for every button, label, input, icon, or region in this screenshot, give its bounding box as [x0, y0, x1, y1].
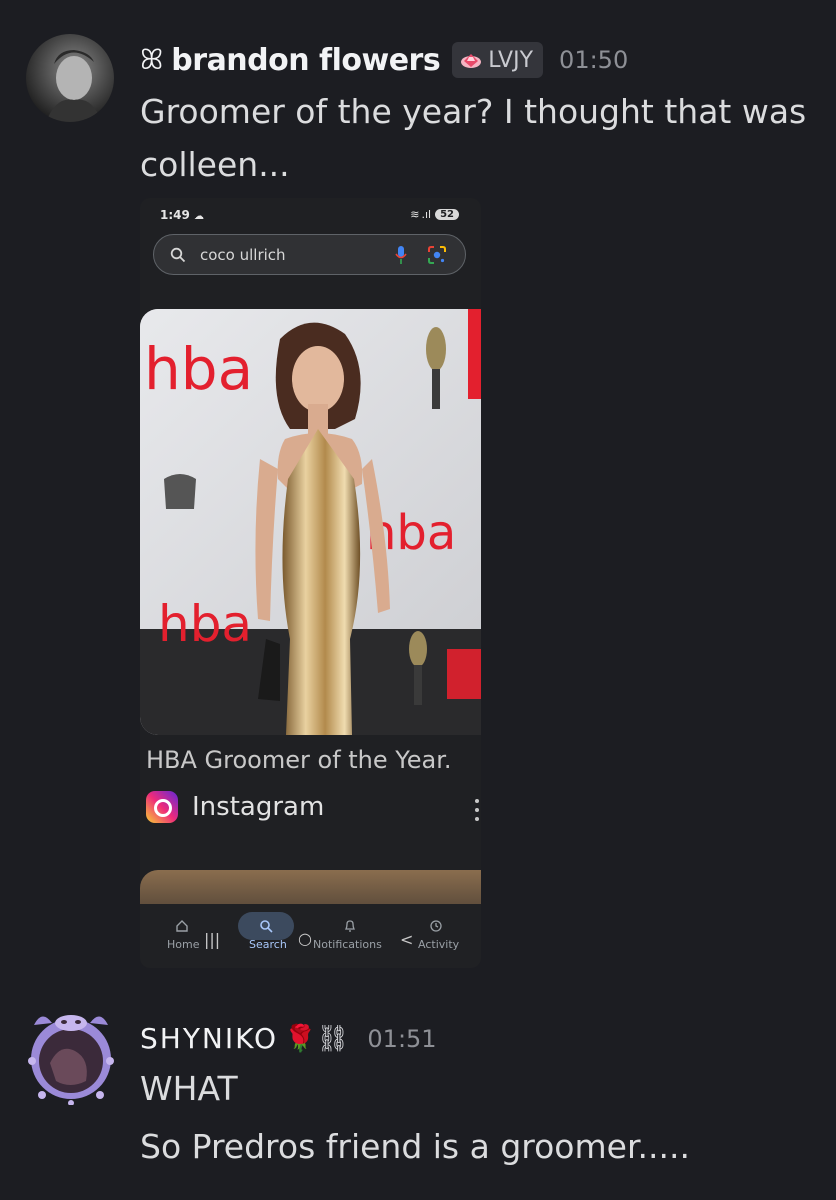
more-options-icon[interactable] [475, 798, 479, 822]
google-lens-icon[interactable] [427, 245, 447, 265]
status-time: 1:49 ☁ [160, 208, 205, 222]
user-avatar[interactable] [26, 34, 114, 122]
wifi-icon: ≋ [410, 208, 420, 221]
bottom-nav: Home ||| Search ○ Notifications < Activi… [140, 904, 481, 968]
message-header: ꕤ brandon flowers LVJY 01:50 [140, 42, 628, 78]
server-tag[interactable]: LVJY [452, 42, 544, 78]
nav-activity-label: Activity [418, 938, 460, 951]
search-bar[interactable]: coco ullrich [153, 234, 466, 275]
server-tag-label: LVJY [488, 47, 534, 73]
message-text-line: Groomer of the year? I thought that was [140, 92, 807, 131]
home-icon [154, 912, 210, 940]
status-icons: ≋ .ıl 52 [410, 208, 459, 221]
message-text-line: So Predros friend is a groomer..... [140, 1127, 690, 1166]
recents-button[interactable]: ||| [204, 930, 220, 949]
username-suffix: 🌹⛓ [284, 1023, 350, 1054]
timestamp[interactable]: 01:50 [559, 46, 628, 74]
result-caption[interactable]: HBA Groomer of the Year. [146, 746, 452, 774]
crystal-icon [461, 54, 482, 68]
message-text-line: WHAT [140, 1069, 238, 1108]
image-attachment[interactable]: 1:49 ☁ ≋ .ıl 52 coco ullrich hba hba hba… [140, 198, 481, 968]
nav-home[interactable] [154, 912, 210, 940]
username-symbol: ꕤ [140, 43, 164, 76]
username[interactable]: brandon flowers [171, 43, 440, 78]
microphone-icon[interactable] [395, 245, 407, 265]
nav-notifications-label: Notifications [313, 938, 382, 951]
nav-activity[interactable] [408, 912, 464, 940]
hba-logo-text: hba [144, 335, 253, 403]
search-result-photo[interactable]: hba hba hba [140, 309, 481, 735]
home-button[interactable]: ○ [298, 929, 312, 948]
bell-icon [322, 912, 378, 940]
signal-icon: .ıl [421, 208, 432, 221]
result-source[interactable]: Instagram [146, 791, 324, 823]
nav-search[interactable] [238, 912, 294, 940]
nav-search-label: Search [249, 938, 287, 951]
message-header: SHYNIKO 🌹⛓ 01:51 [140, 1022, 437, 1055]
search-query: coco ullrich [200, 245, 286, 264]
username[interactable]: SHYNIKO [140, 1022, 278, 1055]
nav-home-label: Home [167, 938, 200, 951]
battery-indicator: 52 [435, 209, 459, 220]
search-icon [238, 912, 294, 940]
search-icon [170, 247, 186, 262]
activity-icon [408, 912, 464, 940]
source-name: Instagram [192, 792, 325, 822]
nav-notifications[interactable] [322, 912, 378, 940]
user-avatar[interactable] [20, 1003, 122, 1106]
instagram-icon [146, 791, 178, 823]
timestamp[interactable]: 01:51 [367, 1025, 436, 1053]
message-text-line: colleen... [140, 145, 290, 184]
hba-logo-text: hba [158, 595, 252, 653]
